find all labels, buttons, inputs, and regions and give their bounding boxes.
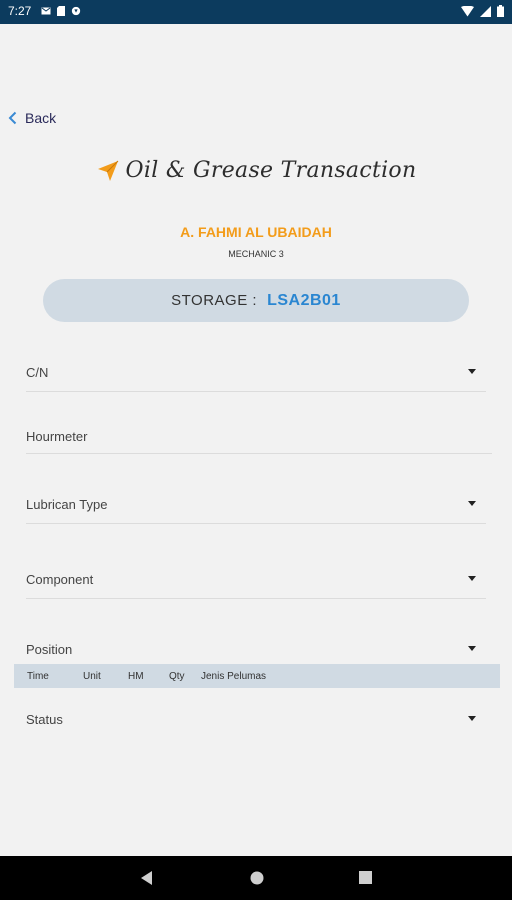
back-label: Back [25, 110, 57, 126]
notification-icons [41, 5, 81, 17]
cn-label: C/N [26, 365, 49, 380]
field-underline [26, 598, 486, 599]
user-role: MECHANIC 3 [228, 249, 284, 259]
hourmeter-label: Hourmeter [26, 429, 88, 444]
page-header: Oil & Grease Transaction [0, 158, 512, 183]
nav-back-icon[interactable] [141, 871, 153, 885]
status-label: Status [26, 712, 63, 727]
cn-dropdown[interactable]: C/N [26, 360, 486, 394]
column-header-jenis-pelumas: Jenis Pelumas [201, 671, 267, 682]
sd-card-icon [57, 6, 65, 16]
component-label: Component [26, 572, 94, 587]
status-dropdown[interactable]: Status [26, 708, 486, 732]
nav-home-icon[interactable] [250, 871, 264, 885]
column-header-qty: Qty [169, 671, 185, 682]
message-icon [41, 7, 51, 15]
storage-banner: STORAGE : LSA2B01 [43, 279, 469, 322]
chevron-down-icon [468, 369, 476, 374]
transaction-table-header: Time Unit HM Qty Jenis Pelumas [14, 664, 500, 688]
user-name: A. FAHMI AL UBAIDAH [180, 224, 332, 240]
chevron-down-icon [468, 501, 476, 506]
chevron-down-icon [468, 576, 476, 581]
chevron-left-icon [8, 111, 17, 125]
battery-icon [497, 5, 504, 17]
status-time: 7:27 [8, 4, 32, 18]
paper-plane-icon [97, 160, 118, 181]
field-underline [26, 523, 486, 524]
lubrican-type-label: Lubrican Type [26, 497, 108, 512]
system-nav-bar [0, 856, 512, 900]
chevron-down-icon [468, 716, 476, 721]
column-header-unit: Unit [83, 671, 101, 682]
position-dropdown[interactable]: Position [26, 637, 486, 659]
storage-label: STORAGE : [171, 292, 258, 309]
column-header-time: Time [27, 671, 49, 682]
component-dropdown[interactable]: Component [26, 567, 486, 601]
column-header-hm: HM [128, 671, 144, 682]
chevron-down-icon [468, 646, 476, 651]
sync-icon [71, 6, 81, 16]
field-underline [26, 391, 486, 392]
storage-value: LSA2B01 [267, 291, 341, 309]
nav-recents-icon[interactable] [359, 871, 372, 884]
position-label: Position [26, 642, 73, 657]
back-button[interactable]: Back [8, 110, 56, 126]
wifi-icon [461, 5, 474, 16]
field-underline [26, 453, 492, 454]
hourmeter-input[interactable]: Hourmeter [26, 424, 492, 458]
page-title: Oil & Grease Transaction [125, 158, 417, 183]
status-bar: 7:27 [0, 0, 512, 24]
signal-icon [480, 5, 491, 17]
lubrican-type-dropdown[interactable]: Lubrican Type [26, 492, 486, 526]
